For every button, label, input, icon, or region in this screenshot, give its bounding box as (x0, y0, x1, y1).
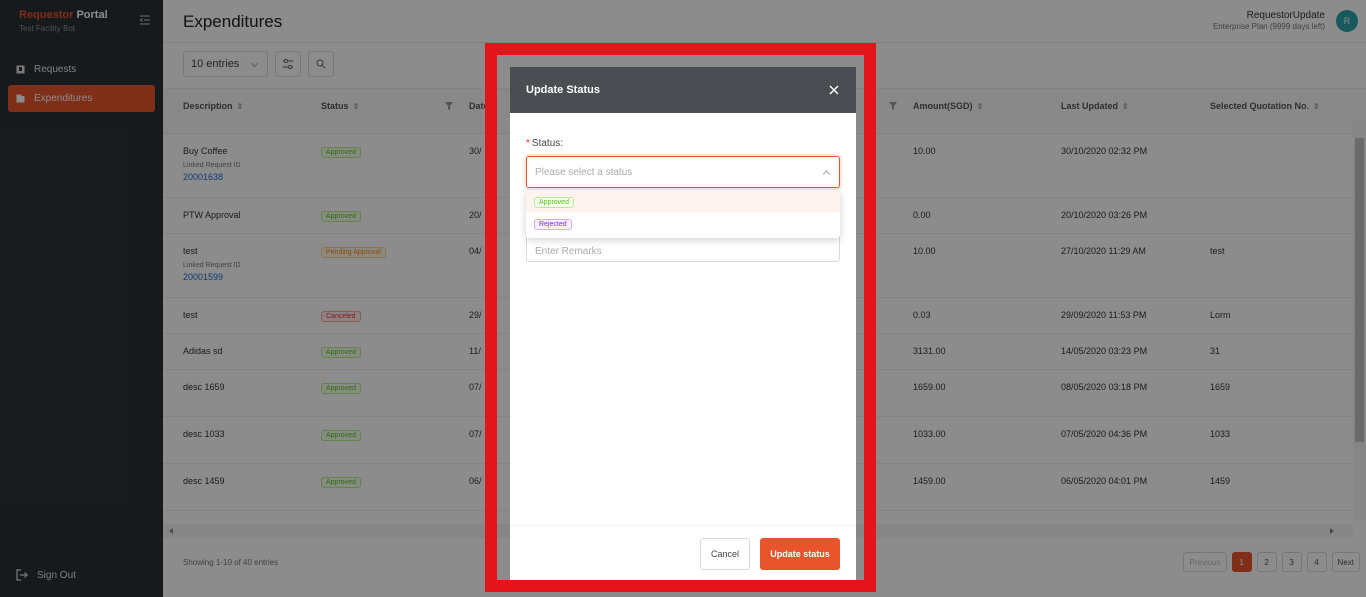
status-dropdown: Approved Rejected (526, 190, 840, 238)
status-select[interactable]: Please select a status (526, 156, 840, 188)
remarks-placeholder: Enter Remarks (535, 246, 602, 257)
status-label: * Status: (526, 138, 563, 149)
modal-footer: Cancel Update status (510, 525, 856, 580)
status-option-approved[interactable]: Approved (526, 190, 840, 212)
update-status-modal: Update Status * Status: Please select a s… (510, 67, 856, 580)
update-status-button[interactable]: Update status (760, 538, 840, 570)
close-icon[interactable] (828, 84, 840, 96)
status-tag: Rejected (534, 219, 572, 230)
cancel-button[interactable]: Cancel (700, 538, 750, 570)
modal-header: Update Status (510, 67, 856, 113)
modal-title: Update Status (526, 84, 600, 96)
status-label-text: Status (531, 138, 561, 149)
required-marker: * (526, 138, 530, 149)
status-placeholder: Please select a status (535, 167, 633, 178)
status-tag: Approved (534, 197, 574, 208)
label-colon: : (560, 138, 564, 149)
chevron-up-icon (822, 170, 831, 175)
status-option-rejected[interactable]: Rejected (526, 212, 840, 234)
